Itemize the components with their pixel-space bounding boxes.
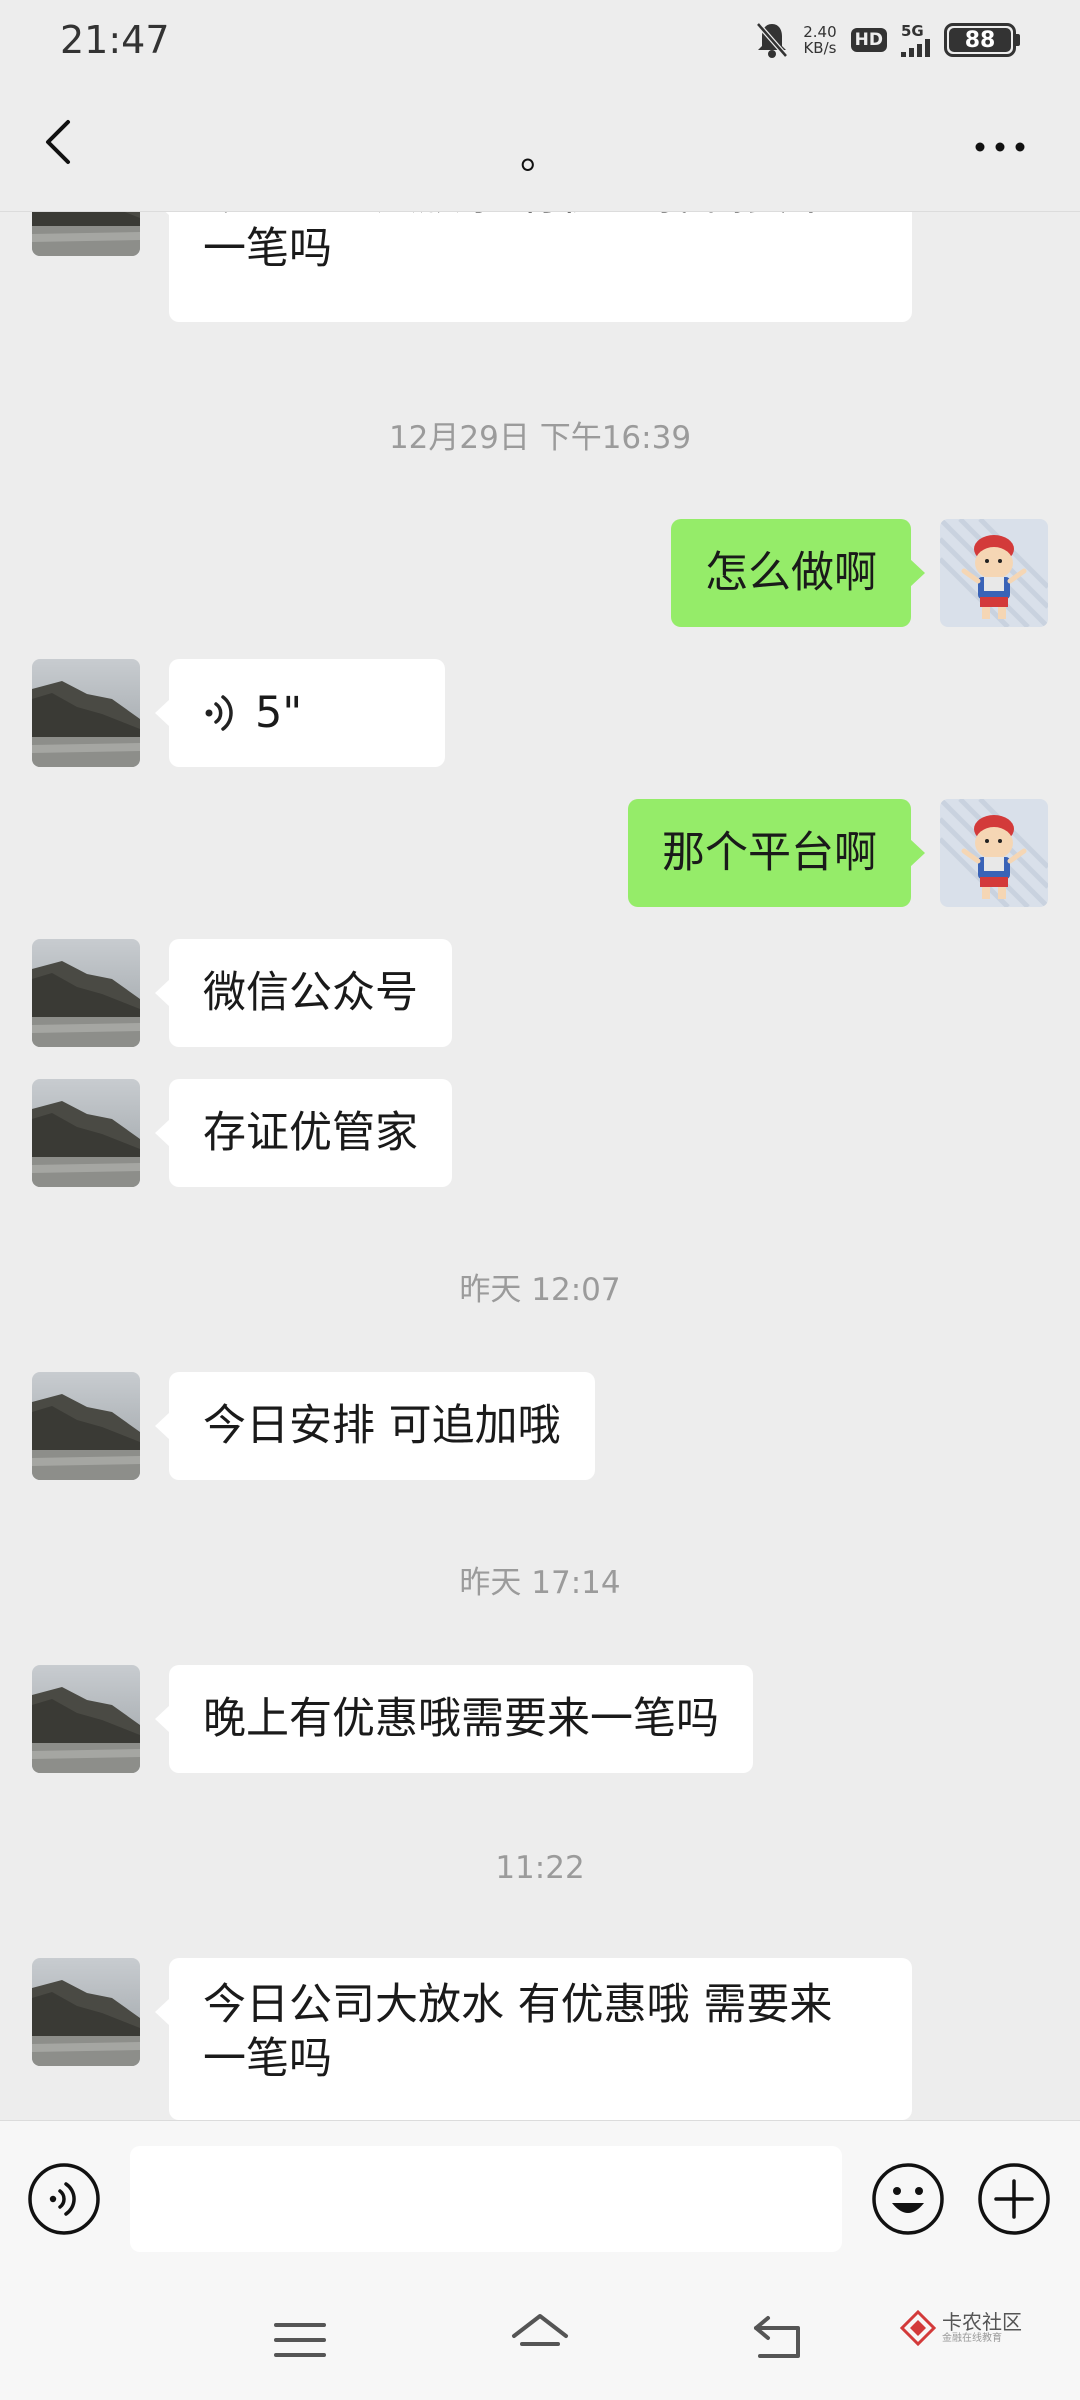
message-text-line: 一笔吗 [203, 224, 332, 274]
message-bubble[interactable]: 今日公司大放水 有优惠哦 需要来 一笔吗 [155, 212, 912, 322]
watermark-sub-text: 金融在线教育 [942, 2333, 1002, 2344]
my-avatar[interactable] [940, 519, 1048, 627]
chat-input-bar [0, 2120, 1080, 2280]
message-timestamp: 昨天 12:07 [459, 1272, 621, 1308]
home-icon[interactable] [508, 2308, 572, 2368]
plus-icon[interactable] [976, 2161, 1052, 2237]
message-bubble[interactable]: 怎么做啊 [671, 519, 925, 627]
message-text-line: 今日公司大放水 有优惠哦 需要来 [203, 212, 832, 222]
battery-icon: 88 [944, 23, 1020, 57]
watermark-logo-icon [900, 2310, 936, 2346]
chat-message-list[interactable]: 今日公司大放水 有优惠哦 需要来 一笔吗 12月29日 下午16:39 怎么做啊… [0, 212, 1080, 2120]
message-bubble[interactable]: 晚上有优惠哦需要来一笔吗 [155, 1665, 753, 1773]
voice-message-bubble[interactable]: 5" [155, 659, 445, 767]
signal-bars-icon [901, 39, 930, 57]
network-speed: 2.40 KB/s [803, 24, 836, 56]
contact-avatar[interactable] [32, 659, 140, 767]
contact-avatar[interactable] [32, 212, 140, 256]
message-bubble[interactable]: 那个平台啊 [628, 799, 925, 907]
message-timestamp: 12月29日 下午16:39 [388, 420, 692, 456]
contact-avatar[interactable] [32, 1079, 140, 1187]
menu-icon[interactable] [270, 2315, 330, 2365]
status-icons: 2.40 KB/s HD 5G 88 [755, 20, 1020, 60]
status-bar: 21:47 2.40 KB/s HD 5G 88 [0, 0, 1080, 82]
message-timestamp: 昨天 17:14 [459, 1565, 621, 1601]
mute-bell-icon [756, 22, 789, 58]
voice-input-icon[interactable] [26, 2161, 102, 2237]
my-avatar[interactable] [940, 799, 1048, 907]
smiley-icon[interactable] [870, 2161, 946, 2237]
status-time: 21:47 [60, 18, 170, 62]
message-text-line: 今日公司大放水 有优惠哦 需要来 [203, 1980, 833, 2030]
signal-label: 5G [901, 22, 924, 40]
message-bubble[interactable]: 微信公众号 [155, 939, 452, 1047]
network-speed-value: 2.40 [803, 23, 837, 41]
chat-title: 。 [520, 132, 560, 178]
message-bubble[interactable]: 存证优管家 [155, 1079, 452, 1187]
watermark-main-text: 卡农社区 [942, 2310, 1022, 2334]
voice-wave-icon [205, 695, 233, 731]
signal-indicator: 5G [901, 23, 930, 57]
message-bubble[interactable]: 今日公司大放水 有优惠哦 需要来 一笔吗 [155, 1958, 912, 2120]
chat-header: 。 [0, 82, 1080, 212]
hd-badge: HD [850, 28, 887, 52]
voice-duration: 5" [255, 688, 303, 738]
watermark: 卡农社区 金融在线教育 [900, 2310, 1022, 2346]
contact-avatar[interactable] [32, 1665, 140, 1773]
battery-level: 88 [949, 28, 1011, 53]
network-speed-unit: KB/s [803, 39, 837, 57]
message-timestamp: 11:22 [495, 1850, 585, 1886]
more-options-icon[interactable] [970, 132, 1030, 162]
back-nav-icon[interactable] [750, 2310, 810, 2366]
contact-avatar[interactable] [32, 1958, 140, 2066]
message-input[interactable] [130, 2146, 842, 2252]
contact-avatar[interactable] [32, 1372, 140, 1480]
message-text-line: 一笔吗 [203, 2034, 332, 2084]
message-bubble[interactable]: 今日安排 可追加哦 [155, 1372, 595, 1480]
system-nav-bar: 卡农社区 金融在线教育 [0, 2280, 1080, 2400]
contact-avatar[interactable] [32, 939, 140, 1047]
